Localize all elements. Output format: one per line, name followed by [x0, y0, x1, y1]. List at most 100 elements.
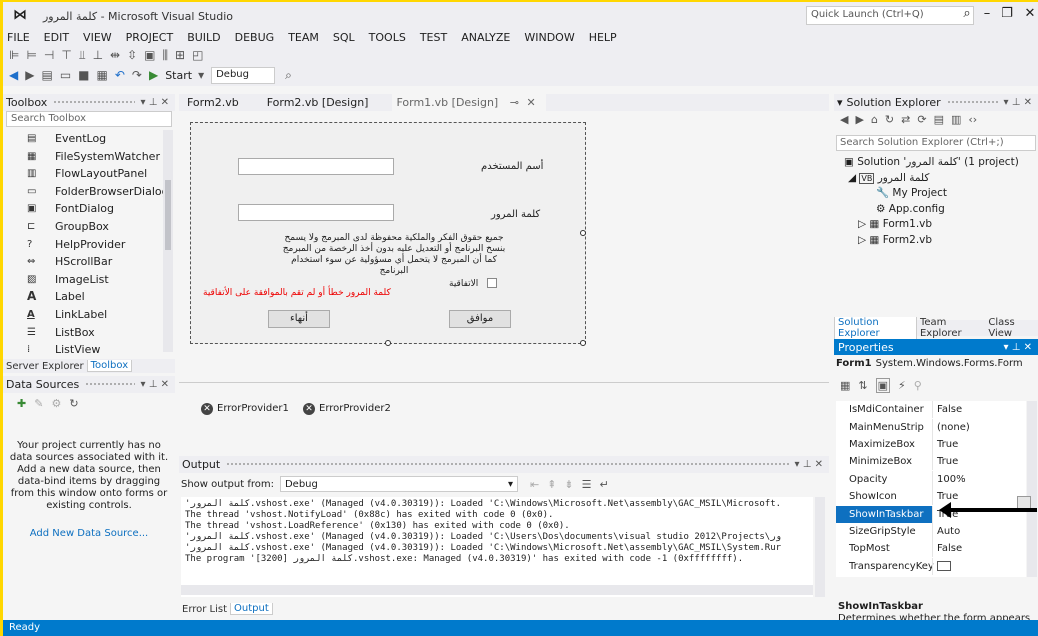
- bring-front-icon[interactable]: ◰: [192, 48, 203, 62]
- align-centers-icon[interactable]: ⊨: [26, 48, 36, 62]
- back-icon[interactable]: ◀: [9, 68, 18, 82]
- my-project-node[interactable]: 🔧 My Project: [844, 186, 1019, 202]
- toolbox-item-eventlog[interactable]: ▤ EventLog: [3, 130, 163, 148]
- align-bottoms-icon[interactable]: ⊥: [93, 48, 103, 62]
- toolbox-item-listview[interactable]: ⁞ ListView: [3, 341, 163, 359]
- toolbox-item-imagelist[interactable]: ▨ ImageList: [3, 271, 163, 289]
- password-textbox[interactable]: [238, 204, 394, 221]
- toolbox-panel-buttons[interactable]: ▾ ⊥ ✕: [141, 97, 175, 108]
- undo-icon[interactable]: ↶: [115, 68, 125, 82]
- align-lefts-icon[interactable]: ⊫: [9, 48, 19, 62]
- doc-tab-form1-design[interactable]: Form1.vb [Design] ⊸ ✕: [392, 94, 546, 111]
- forward-icon[interactable]: ▶: [855, 113, 863, 126]
- output-panel-buttons[interactable]: ▾ ⊥ ✕: [795, 459, 829, 470]
- categorized-icon[interactable]: ▦: [840, 379, 850, 392]
- align-tops-icon[interactable]: ⊤: [61, 48, 71, 62]
- solution-node[interactable]: ▣ Solution 'كلمة المرور' (1 project): [844, 155, 1019, 171]
- align-middles-icon[interactable]: ⫫: [79, 48, 86, 63]
- sync-icon[interactable]: ⇄: [901, 113, 910, 126]
- properties-panel-buttons[interactable]: ▾ ⊥ ✕: [1004, 342, 1038, 353]
- edit-dataset-icon[interactable]: ✎: [34, 397, 43, 410]
- property-row[interactable]: Opacity 100%: [836, 470, 1026, 488]
- solution-explorer-panel-buttons[interactable]: ▾ ⊥ ✕: [1004, 97, 1038, 108]
- toolbox-scrollbar[interactable]: [163, 130, 173, 352]
- form1-node[interactable]: ▷ ▦ Form1.vb: [844, 217, 1019, 233]
- next-message-icon[interactable]: ⇟: [564, 478, 573, 491]
- pin-icon[interactable]: ⊸: [510, 96, 519, 109]
- toolbox-item-flowlayoutpanel[interactable]: ▥ FlowLayoutPanel: [3, 165, 163, 183]
- find-message-icon[interactable]: ⇤: [530, 478, 539, 491]
- output-text[interactable]: 'كلمة المرور.vshost.exe' (Managed (v4.0.…: [181, 497, 813, 597]
- start-icon[interactable]: ▶: [149, 68, 158, 82]
- restore-icon[interactable]: ❐: [998, 6, 1016, 24]
- toolbox-search-input[interactable]: Search Toolbox: [6, 111, 172, 127]
- view-code-icon[interactable]: ‹›: [968, 113, 977, 126]
- menu-sql[interactable]: SQL: [333, 31, 355, 44]
- toolbox-item-folderbrowserdialog[interactable]: ▭ FolderBrowserDialog: [3, 183, 169, 201]
- home-icon[interactable]: ⌂: [871, 113, 878, 126]
- error-provider-1[interactable]: ✕ ErrorProvider1: [201, 403, 289, 415]
- output-horizontal-scrollbar[interactable]: [181, 585, 813, 595]
- redo-icon[interactable]: ↷: [132, 68, 142, 82]
- new-project-icon[interactable]: ▤: [41, 68, 52, 82]
- menu-view[interactable]: VIEW: [83, 31, 112, 44]
- chevron-down-icon[interactable]: ▾: [837, 96, 843, 109]
- save-all-icon[interactable]: ▦: [97, 68, 108, 82]
- menu-test[interactable]: TEST: [420, 31, 447, 44]
- property-row[interactable]: MainMenuStrip (none): [836, 418, 1026, 436]
- start-dropdown-icon[interactable]: ▾: [198, 68, 204, 82]
- start-button[interactable]: Start: [165, 69, 192, 82]
- refresh-icon[interactable]: ↻: [69, 397, 78, 410]
- toolbox-item-listbox[interactable]: ☰ ListBox: [3, 324, 163, 342]
- alphabetical-icon[interactable]: ⇅: [858, 379, 867, 392]
- forward-icon[interactable]: ▶: [25, 68, 34, 82]
- output-vertical-scrollbar[interactable]: [815, 497, 825, 597]
- add-data-source-icon[interactable]: ✚: [17, 397, 26, 410]
- output-source-select[interactable]: Debug ▾: [279, 476, 518, 492]
- properties-object-select[interactable]: Form1 System.Windows.Forms.Form: [836, 358, 1036, 369]
- history-icon[interactable]: ↻: [885, 113, 894, 126]
- make-same-size-icon[interactable]: ▣: [144, 48, 155, 62]
- property-row[interactable]: TopMost False: [836, 540, 1026, 558]
- toolbox-item-label[interactable]: A Label: [3, 288, 163, 306]
- quick-launch-input[interactable]: Quick Launch (Ctrl+Q): [806, 6, 974, 25]
- word-wrap-icon[interactable]: ↵: [600, 478, 609, 491]
- agreement-checkbox[interactable]: [487, 278, 497, 288]
- resize-handle-bottom[interactable]: [385, 340, 391, 346]
- clear-all-icon[interactable]: ☰: [582, 478, 592, 491]
- ok-button[interactable]: موافق: [449, 310, 511, 328]
- menu-debug[interactable]: DEBUG: [235, 31, 275, 44]
- toolbox-item-linklabel[interactable]: A LinkLabel: [3, 306, 163, 324]
- toolbox-item-hscrollbar[interactable]: ⇔ HScrollBar: [3, 253, 163, 271]
- menu-analyze[interactable]: ANALYZE: [461, 31, 510, 44]
- menu-help[interactable]: HELP: [589, 31, 617, 44]
- form1-surface[interactable]: أسم المستخدم كلمة المرور جميع حقوق الفكر…: [190, 122, 586, 346]
- property-row[interactable]: MaximizeBox True: [836, 435, 1026, 453]
- tab-toolbox[interactable]: Toolbox: [86, 360, 133, 372]
- menu-tools[interactable]: TOOLS: [369, 31, 406, 44]
- align-rights-icon[interactable]: ⊣: [44, 48, 54, 62]
- property-row[interactable]: MinimizeBox True: [836, 453, 1026, 471]
- spacing-icon[interactable]: ⫼: [162, 48, 168, 63]
- menu-window[interactable]: WINDOW: [524, 31, 574, 44]
- refresh-icon[interactable]: ⟳: [917, 113, 926, 126]
- menu-team[interactable]: TEAM: [288, 31, 319, 44]
- cancel-button[interactable]: أنهاء: [268, 310, 330, 328]
- back-icon[interactable]: ◀: [840, 113, 848, 126]
- tab-team-explorer[interactable]: Team Explorer: [917, 317, 985, 339]
- resize-handle-right[interactable]: [580, 230, 586, 236]
- tab-output[interactable]: Output: [230, 603, 273, 615]
- save-icon[interactable]: ■: [78, 68, 89, 82]
- username-textbox[interactable]: [238, 158, 394, 175]
- tab-server-explorer[interactable]: Server Explorer: [3, 361, 87, 372]
- error-provider-2[interactable]: ✕ ErrorProvider2: [303, 403, 391, 415]
- tab-solution-explorer[interactable]: Solution Explorer: [834, 316, 917, 340]
- close-tab-icon[interactable]: ✕: [526, 96, 535, 109]
- toolbox-item-groupbox[interactable]: ⊏ GroupBox: [3, 218, 163, 236]
- tab-error-list[interactable]: Error List: [179, 604, 230, 615]
- data-sources-panel-buttons[interactable]: ▾ ⊥ ✕: [141, 379, 175, 390]
- property-row[interactable]: TransparencyKey: [836, 557, 1026, 575]
- properties-icon[interactable]: ▣: [875, 378, 891, 393]
- prev-message-icon[interactable]: ⇞: [547, 478, 556, 491]
- search-icon[interactable]: ⌕: [958, 6, 976, 24]
